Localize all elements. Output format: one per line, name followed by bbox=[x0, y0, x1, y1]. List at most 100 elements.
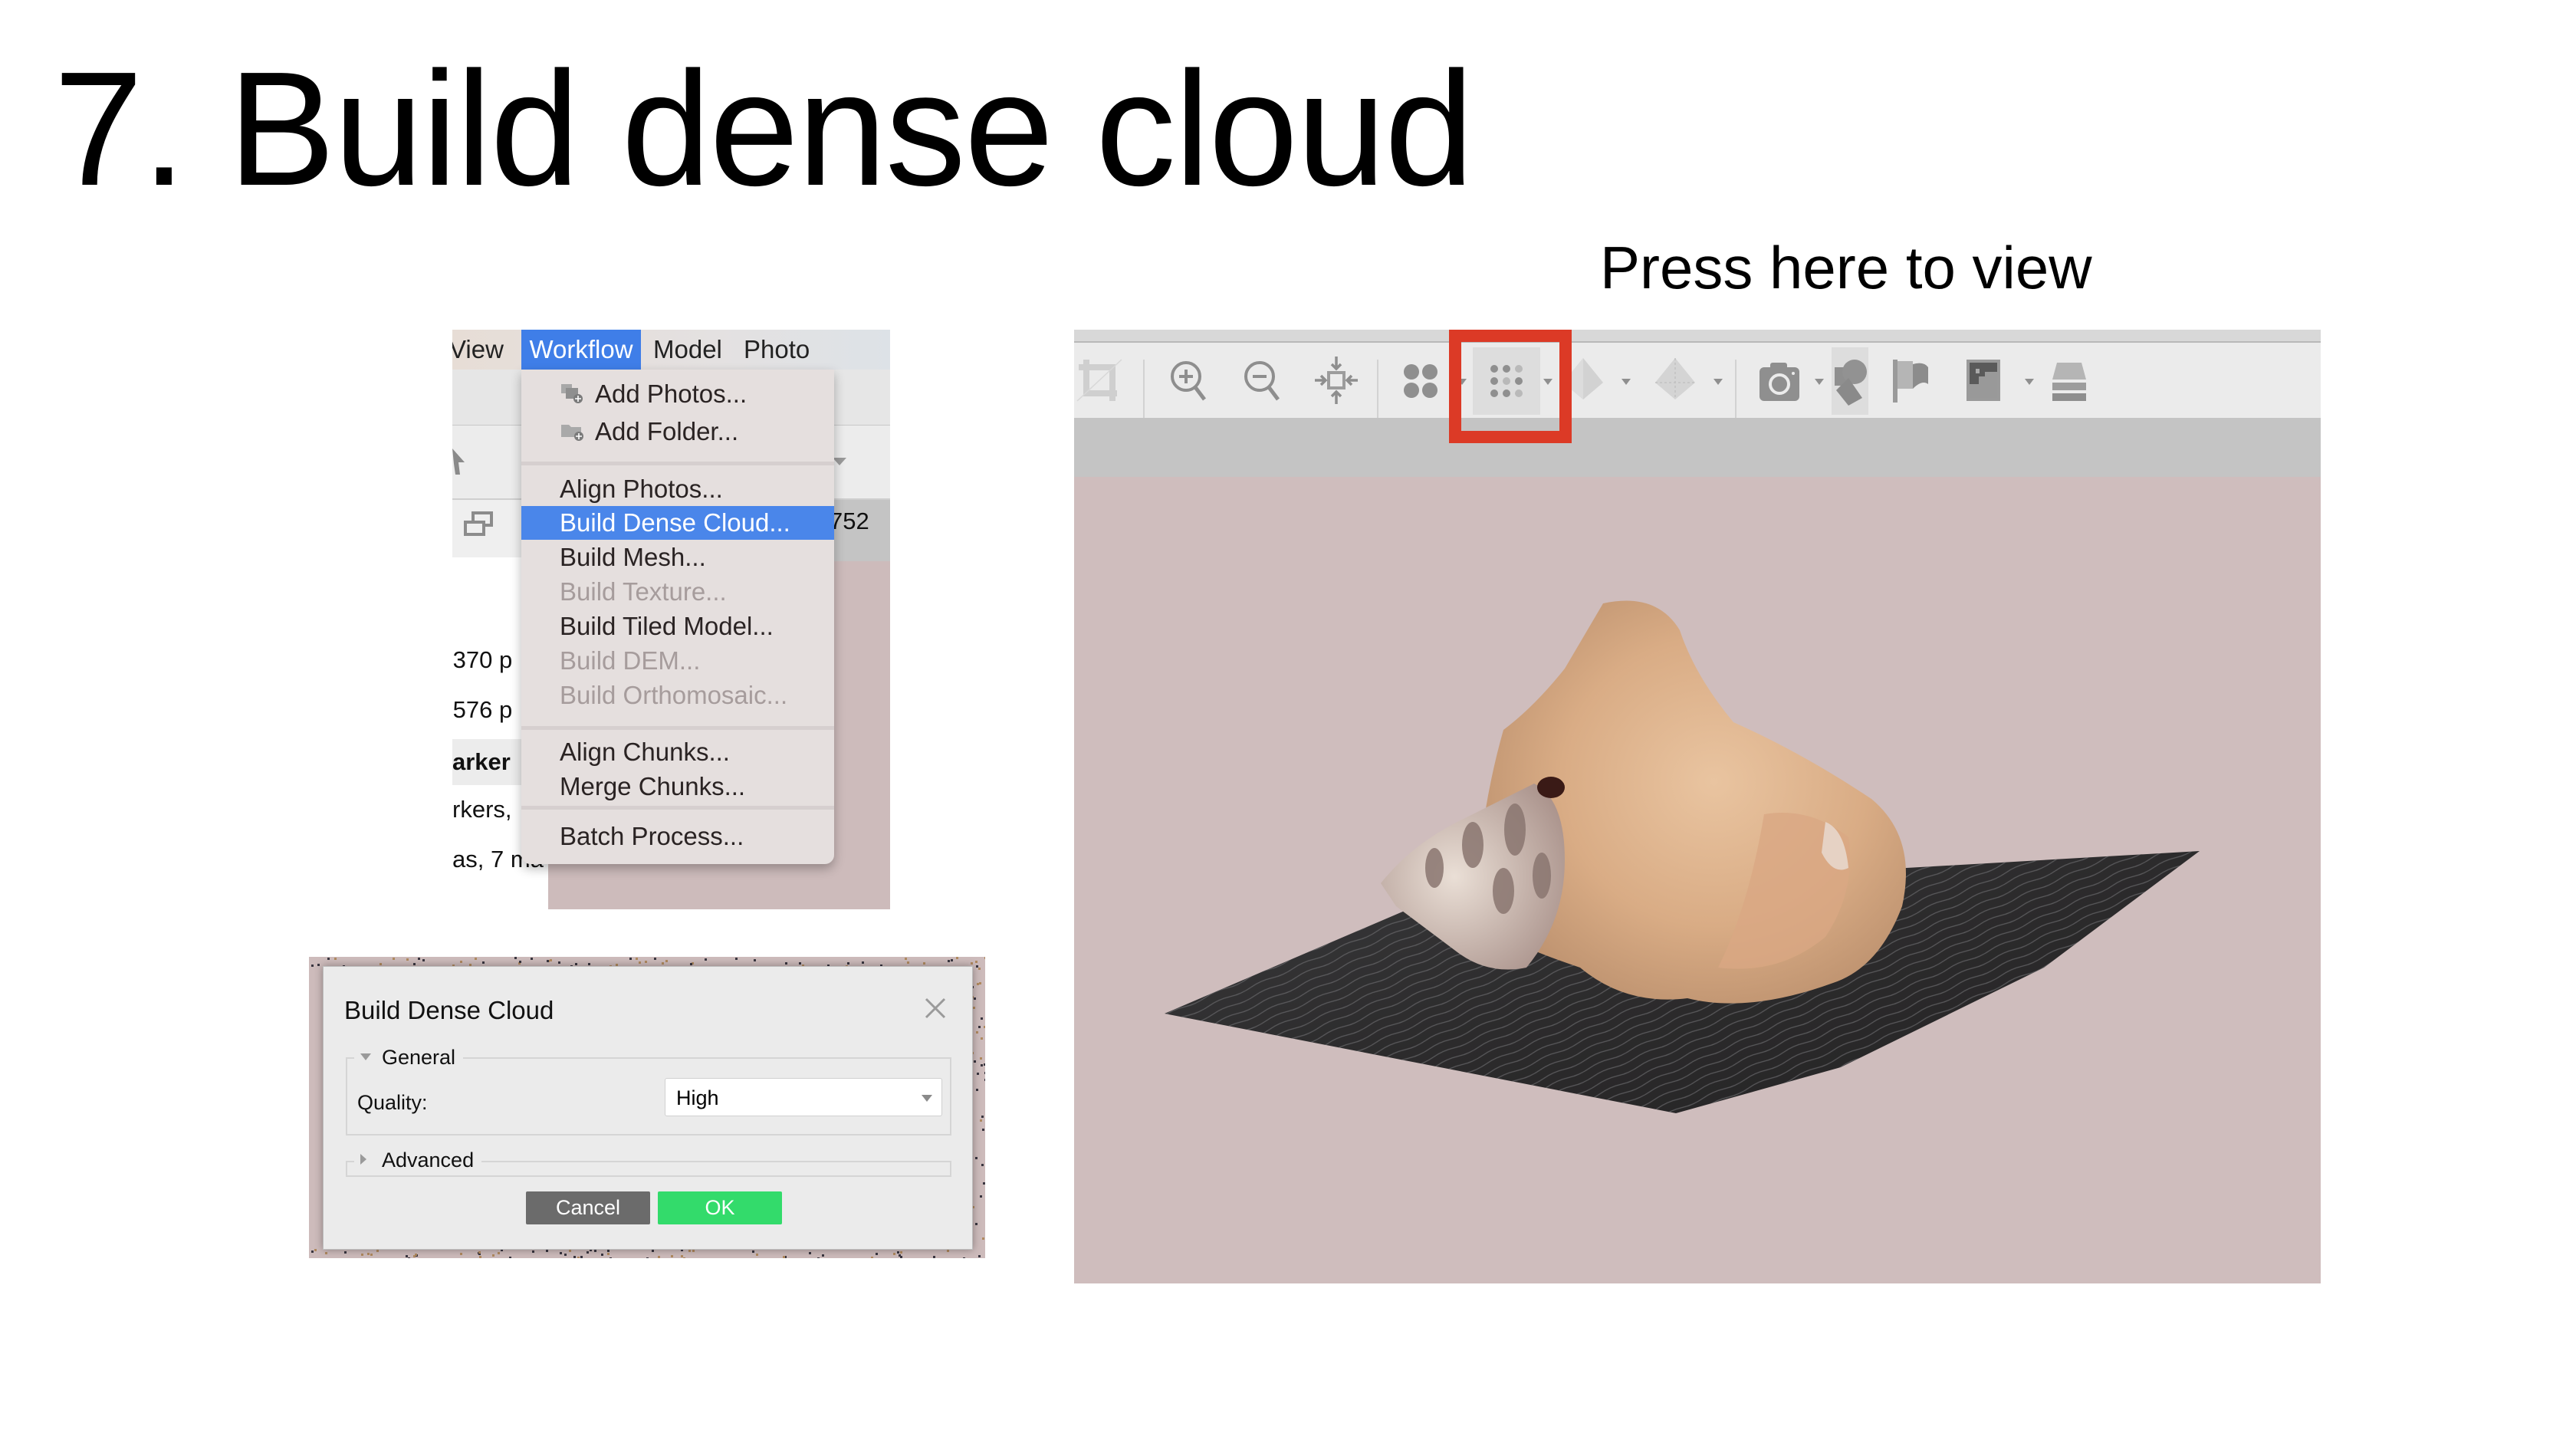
menu-item-add-folder[interactable]: Add Folder... bbox=[521, 415, 834, 449]
point-speck bbox=[406, 958, 409, 961]
point-speck bbox=[638, 961, 641, 964]
general-section-toggle[interactable]: General bbox=[354, 1046, 464, 1070]
point-speck bbox=[984, 957, 985, 960]
point-speck bbox=[977, 982, 980, 985]
point-speck bbox=[808, 1252, 811, 1255]
add-photos-icon bbox=[561, 384, 583, 403]
point-speck bbox=[876, 1253, 879, 1256]
advanced-section-toggle[interactable]: Advanced bbox=[354, 1149, 482, 1172]
point-speck bbox=[606, 1252, 610, 1255]
point-speck bbox=[755, 1253, 758, 1256]
point-speck bbox=[558, 961, 561, 964]
point-speck bbox=[422, 959, 425, 962]
menu-item-build-mesh[interactable]: Build Mesh... bbox=[521, 541, 834, 574]
point-speck bbox=[980, 1119, 983, 1122]
markers-flag-icon[interactable] bbox=[1887, 353, 1936, 407]
menu-item-align-photos[interactable]: Align Photos... bbox=[521, 472, 834, 506]
point-speck bbox=[973, 997, 976, 1000]
restore-window-icon[interactable] bbox=[464, 511, 495, 538]
point-speck bbox=[559, 1251, 562, 1254]
menu-item-batch-process[interactable]: Batch Process... bbox=[521, 820, 834, 853]
dense-point-cloud-viewport[interactable] bbox=[1074, 477, 2321, 1283]
menu-item-align-chunks[interactable]: Align Chunks... bbox=[521, 735, 834, 769]
viewer-header-band bbox=[1074, 418, 2321, 477]
point-speck bbox=[946, 1250, 949, 1253]
point-speck bbox=[683, 1257, 686, 1258]
count-value: 752 bbox=[830, 508, 869, 534]
orthomosaic-icon[interactable] bbox=[1962, 353, 2011, 407]
menu-item-label: Add Folder... bbox=[595, 417, 739, 445]
wireframe-dropdown[interactable] bbox=[1714, 379, 1723, 385]
point-speck bbox=[896, 1250, 899, 1254]
camera-dropdown[interactable] bbox=[1815, 379, 1824, 385]
menu-item-build-dense-cloud[interactable]: Build Dense Cloud... bbox=[521, 506, 834, 540]
crop-icon[interactable] bbox=[1076, 353, 1125, 407]
menu-item-merge-chunks[interactable]: Merge Chunks... bbox=[521, 770, 834, 804]
point-speck bbox=[334, 957, 337, 960]
workspace-info-line: ,370 p bbox=[452, 646, 513, 673]
point-speck bbox=[984, 1025, 985, 1028]
menu-workflow[interactable]: Workflow bbox=[521, 330, 641, 370]
wireframe-model-icon[interactable] bbox=[1651, 353, 1700, 407]
orthomosaic-dropdown[interactable] bbox=[2025, 379, 2034, 385]
point-speck bbox=[861, 961, 864, 964]
point-speck bbox=[784, 961, 787, 965]
pointer-icon[interactable] bbox=[452, 449, 468, 479]
point-speck bbox=[783, 1256, 786, 1258]
point-cloud-icon[interactable] bbox=[1396, 353, 1445, 407]
menu-separator bbox=[521, 726, 834, 730]
point-speck bbox=[491, 1254, 495, 1257]
point-speck bbox=[665, 959, 669, 962]
ok-button[interactable]: OK bbox=[658, 1191, 782, 1224]
point-speck bbox=[376, 1250, 379, 1253]
point-speck bbox=[705, 958, 708, 961]
point-speck bbox=[983, 1063, 985, 1066]
quality-select[interactable]: High bbox=[665, 1078, 942, 1116]
cancel-button[interactable]: Cancel bbox=[526, 1191, 650, 1224]
point-speck bbox=[981, 1163, 984, 1166]
point-speck bbox=[547, 960, 550, 963]
menu-view[interactable]: View bbox=[452, 330, 508, 370]
dense-cloud-icon[interactable] bbox=[1473, 347, 1540, 415]
menu-model[interactable]: Model bbox=[653, 330, 738, 370]
point-speck bbox=[981, 1116, 984, 1119]
menu-item-build-orthomosaic: Build Orthomosaic... bbox=[560, 681, 788, 709]
workflow-menu-screenshot: View Workflow Model Photo 752 ,370 p ,57… bbox=[452, 330, 890, 909]
model-viewer-screenshot bbox=[1074, 330, 2321, 1283]
point-speck bbox=[609, 1257, 612, 1258]
point-speck bbox=[980, 1195, 983, 1198]
tiled-model-icon[interactable] bbox=[1832, 347, 1868, 415]
close-icon[interactable] bbox=[920, 993, 951, 1024]
menu-item-build-tiled-model[interactable]: Build Tiled Model... bbox=[521, 610, 834, 643]
point-speck bbox=[478, 1256, 481, 1258]
point-speck bbox=[950, 958, 953, 961]
point-speck bbox=[600, 1253, 603, 1256]
camera-icon[interactable] bbox=[1756, 353, 1806, 407]
layers-icon[interactable] bbox=[2045, 353, 2094, 407]
viewer-title-strip bbox=[1074, 330, 2321, 343]
add-folder-icon bbox=[561, 425, 583, 441]
reset-view-icon[interactable] bbox=[1312, 353, 1361, 407]
point-speck bbox=[981, 1017, 984, 1020]
point-speck bbox=[984, 1072, 985, 1075]
point-speck bbox=[575, 963, 578, 966]
dense-cloud-dropdown[interactable] bbox=[1543, 379, 1552, 385]
menu-item-add-photos[interactable]: Add Photos... bbox=[521, 377, 834, 411]
point-speck bbox=[577, 1257, 580, 1258]
menu-photo[interactable]: Photo bbox=[744, 330, 828, 370]
workflow-dropdown-menu: Add Photos... Add Folder... Align Photos… bbox=[521, 370, 834, 864]
point-speck bbox=[798, 962, 801, 965]
point-speck bbox=[310, 1250, 314, 1254]
menu-item-label: Add Photos... bbox=[595, 380, 748, 408]
zoom-out-icon[interactable] bbox=[1238, 353, 1287, 407]
point-speck bbox=[980, 1037, 983, 1040]
point-cloud-dropdown[interactable] bbox=[1457, 379, 1467, 385]
viewer-toolbar bbox=[1074, 343, 2321, 418]
shaded-model-icon[interactable] bbox=[1559, 353, 1608, 407]
point-speck bbox=[984, 1078, 985, 1081]
point-speck bbox=[978, 1254, 981, 1257]
point-speck bbox=[975, 965, 978, 968]
point-speck bbox=[593, 1250, 596, 1253]
zoom-in-icon[interactable] bbox=[1165, 353, 1214, 407]
shaded-model-dropdown[interactable] bbox=[1622, 379, 1631, 385]
